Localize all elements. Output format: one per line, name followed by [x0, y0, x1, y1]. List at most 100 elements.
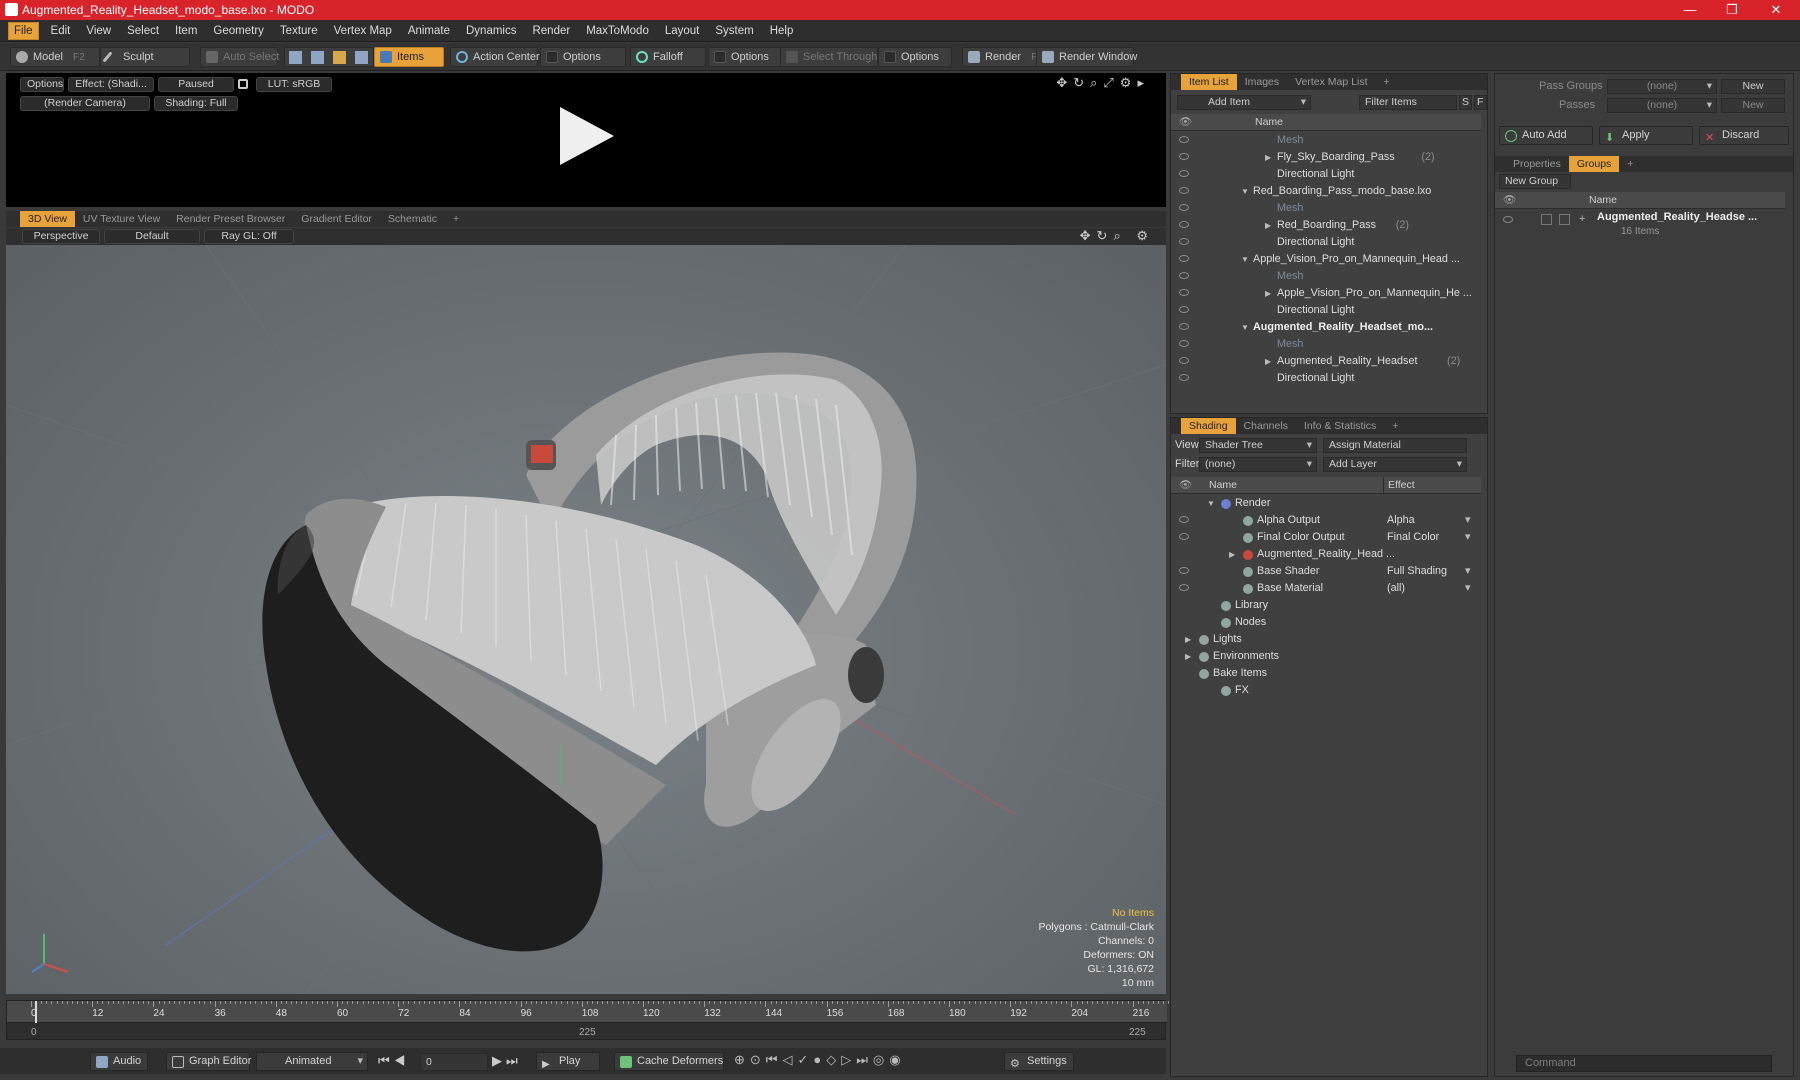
perspective-dropdown[interactable]: Perspective: [22, 229, 100, 244]
eye-icon[interactable]: [1179, 221, 1189, 228]
item-row[interactable]: ▶ Red_Boarding_Pass (2): [1171, 217, 1481, 234]
add-tab-icon[interactable]: +: [1376, 74, 1398, 90]
shader-row[interactable]: Final Color Output Final Color ▾: [1171, 529, 1481, 546]
item-row[interactable]: ▼ Red_Boarding_Pass_modo_base.lxo: [1171, 183, 1481, 200]
tab-schematic[interactable]: Schematic: [380, 211, 445, 227]
shader-row[interactable]: FX: [1171, 682, 1481, 699]
expand-icon[interactable]: ▼: [1241, 319, 1251, 336]
menu-help[interactable]: Help: [762, 20, 802, 42]
passes-dropdown[interactable]: (none): [1607, 98, 1717, 113]
play-icon[interactable]: [554, 103, 618, 169]
command-input[interactable]: Command: [1516, 1055, 1772, 1072]
group-row[interactable]: + Augmented_Reality_Headse ... 16 Items: [1495, 210, 1785, 244]
model-mode-button[interactable]: Model F2: [10, 47, 100, 67]
minimize-button[interactable]: —: [1670, 0, 1710, 20]
new-pass-group-button[interactable]: New: [1721, 79, 1785, 94]
key-tools-icons[interactable]: ⊕⊙⏮◁✓●◇▷⏭◎◉: [734, 1052, 906, 1068]
tab-properties[interactable]: Properties: [1505, 156, 1569, 172]
preview-options-button[interactable]: Options: [20, 77, 64, 92]
new-pass-button[interactable]: New: [1721, 98, 1785, 113]
assign-material-button[interactable]: Assign Material: [1323, 438, 1467, 453]
item-row[interactable]: ▼ Augmented_Reality_Headset_mo...: [1171, 319, 1481, 336]
shader-row[interactable]: ▶ Environments: [1171, 648, 1481, 665]
sculpt-mode-button[interactable]: Sculpt: [100, 47, 190, 67]
edges-icon[interactable]: [311, 51, 324, 64]
effect-dropdown[interactable]: Effect: (Shadi...: [68, 77, 154, 92]
tab-vertex-map-list[interactable]: Vertex Map List: [1287, 74, 1375, 90]
frame-input[interactable]: 0: [420, 1053, 488, 1071]
next-key-controls[interactable]: ▶⏭: [492, 1053, 522, 1069]
shader-row[interactable]: Base Material (all) ▾: [1171, 580, 1481, 597]
lock-box-icon[interactable]: [1541, 214, 1552, 225]
menu-edit[interactable]: Edit: [43, 20, 79, 42]
3d-viewport[interactable]: Perspective Default Ray GL: Off ✥↻⌕ ⚙ No…: [6, 228, 1166, 994]
discard-button[interactable]: ✕ Discard: [1699, 126, 1789, 145]
expand-icon[interactable]: ▼: [1207, 495, 1217, 512]
menu-item[interactable]: Item: [167, 20, 205, 42]
expand-icon[interactable]: ▶: [1185, 631, 1195, 648]
item-row[interactable]: Directional Light: [1171, 370, 1481, 387]
new-group-button[interactable]: New Group: [1499, 174, 1571, 189]
tab-info-statistics[interactable]: Info & Statistics: [1296, 418, 1384, 434]
eye-icon[interactable]: [1179, 340, 1189, 347]
eye-icon[interactable]: [1179, 153, 1189, 160]
item-row[interactable]: ▶ Augmented_Reality_Headset (2): [1171, 353, 1481, 370]
eye-icon[interactable]: [1179, 238, 1189, 245]
viewport-nav-icons[interactable]: ✥↻⌕ ⚙: [1080, 228, 1154, 244]
add-tab-icon[interactable]: +: [1619, 156, 1641, 172]
eye-icon[interactable]: [1179, 323, 1189, 330]
eye-icon[interactable]: [1179, 204, 1189, 211]
filter-dropdown[interactable]: (none): [1199, 457, 1317, 472]
close-button[interactable]: ✕: [1756, 0, 1796, 20]
vertices-icon[interactable]: [289, 51, 302, 64]
item-row[interactable]: Mesh: [1171, 200, 1481, 217]
falloff-options[interactable]: Options: [708, 47, 784, 67]
menu-animate[interactable]: Animate: [400, 20, 458, 42]
tab-render-preset-browser[interactable]: Render Preset Browser: [168, 211, 293, 227]
maximize-button[interactable]: ❐: [1712, 0, 1752, 20]
eye-icon[interactable]: [1179, 584, 1189, 591]
expand-icon[interactable]: ▼: [1241, 251, 1251, 268]
eye-icon[interactable]: [1179, 170, 1189, 177]
view-dropdown[interactable]: Shader Tree: [1199, 438, 1317, 453]
item-row[interactable]: ▶ Fly_Sky_Boarding_Pass (2): [1171, 149, 1481, 166]
action-center-button[interactable]: Action Center: [450, 47, 540, 67]
item-row[interactable]: ▼ Apple_Vision_Pro_on_Mannequin_Head ...: [1171, 251, 1481, 268]
eye-icon[interactable]: [1179, 289, 1189, 296]
chevron-down-icon[interactable]: ▾: [1465, 512, 1470, 529]
menu-system[interactable]: System: [707, 20, 761, 42]
expand-icon[interactable]: ▶: [1185, 648, 1195, 665]
visibility-column-icon[interactable]: 👁: [1503, 192, 1516, 209]
expand-icon[interactable]: ▶: [1265, 353, 1275, 370]
lut-dropdown[interactable]: LUT: sRGB: [256, 77, 332, 92]
add-tab-icon[interactable]: +: [1384, 418, 1406, 434]
auto-add-button[interactable]: Auto Add: [1499, 126, 1593, 145]
name-column[interactable]: Name: [1209, 477, 1237, 494]
menu-geometry[interactable]: Geometry: [205, 20, 272, 42]
filter-items-input[interactable]: Filter Items: [1359, 95, 1457, 110]
menu-dynamics[interactable]: Dynamics: [458, 20, 524, 42]
lock-icon[interactable]: [238, 79, 248, 89]
effect-column[interactable]: Effect: [1383, 477, 1415, 494]
tab-3d-view[interactable]: 3D View: [20, 211, 75, 227]
render-window-button[interactable]: Render Window: [1036, 47, 1137, 67]
graph-editor-button[interactable]: Graph Editor: [166, 1052, 251, 1071]
item-row[interactable]: ▶ Apple_Vision_Pro_on_Mannequin_He ...: [1171, 285, 1481, 302]
prev-key-controls[interactable]: ⏮◀: [378, 1053, 409, 1069]
menu-view[interactable]: View: [78, 20, 119, 42]
tab-gradient-editor[interactable]: Gradient Editor: [293, 211, 380, 227]
tab-groups[interactable]: Groups: [1568, 156, 1620, 172]
expand-icon[interactable]: ▶: [1265, 217, 1275, 234]
item-row[interactable]: Directional Light: [1171, 166, 1481, 183]
audio-button[interactable]: Audio: [90, 1052, 148, 1071]
tab-item-list[interactable]: Item List: [1181, 74, 1237, 90]
shader-row[interactable]: Bake Items: [1171, 665, 1481, 682]
chevron-down-icon[interactable]: ▾: [1465, 563, 1470, 580]
eye-icon[interactable]: [1179, 374, 1189, 381]
menu-render[interactable]: Render: [524, 20, 578, 42]
menu-vertex-map[interactable]: Vertex Map: [326, 20, 400, 42]
expand-icon[interactable]: ▶: [1229, 546, 1239, 563]
eye-icon[interactable]: [1179, 255, 1189, 262]
shader-row[interactable]: ▼ Render: [1171, 495, 1481, 512]
eye-icon[interactable]: [1503, 216, 1513, 223]
